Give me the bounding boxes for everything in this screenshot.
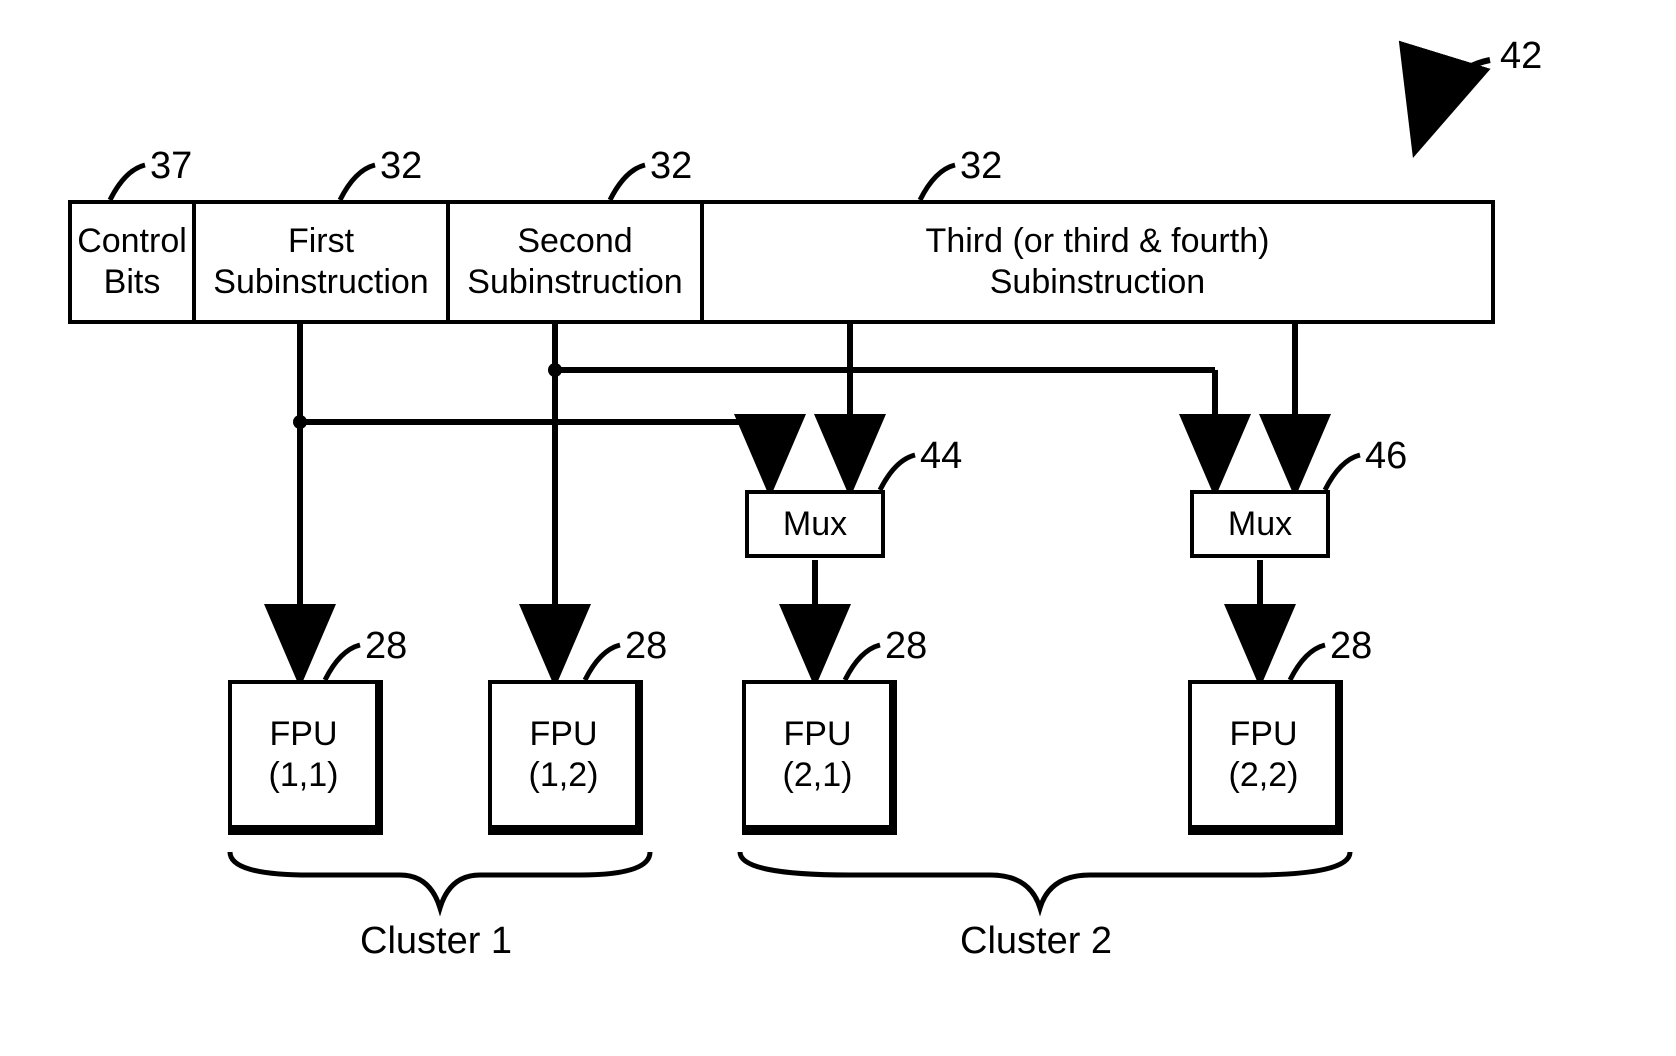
cluster-1-label: Cluster 1	[360, 920, 512, 963]
mux-right-box: Mux	[1190, 490, 1330, 558]
fpu-1-1-box: FPU (1,1)	[228, 680, 383, 835]
mux-left-box: Mux	[745, 490, 885, 558]
mux-right-label: Mux	[1228, 504, 1292, 545]
fpu-2-1-ref: 28	[885, 625, 927, 668]
fpu-2-2-box: FPU (2,2)	[1188, 680, 1343, 835]
fpu-2-1-label: FPU	[784, 714, 852, 755]
second-sub-ref: 32	[650, 145, 692, 188]
mux-left-label: Mux	[783, 504, 847, 545]
control-bits-line2: Bits	[77, 262, 187, 303]
fpu-2-1-coord: (2,1)	[783, 755, 853, 796]
second-subinstruction-box: Second Subinstruction	[446, 200, 704, 324]
fpu-1-1-coord: (1,1)	[269, 755, 339, 796]
fpu-2-2-coord: (2,2)	[1229, 755, 1299, 796]
control-bits-line1: Control	[77, 221, 187, 262]
third-sub-line2: Subinstruction	[926, 262, 1270, 303]
diagram-ref-label: 42	[1500, 35, 1542, 78]
first-subinstruction-box: First Subinstruction	[192, 200, 450, 324]
fpu-1-1-ref: 28	[365, 625, 407, 668]
cluster-2-label: Cluster 2	[960, 920, 1112, 963]
third-subinstruction-box: Third (or third & fourth) Subinstruction	[700, 200, 1495, 324]
control-bits-ref: 37	[150, 145, 192, 188]
fpu-2-1-box: FPU (2,1)	[742, 680, 897, 835]
fpu-2-2-label: FPU	[1230, 714, 1298, 755]
first-sub-ref: 32	[380, 145, 422, 188]
first-sub-line2: Subinstruction	[213, 262, 428, 303]
mux-right-ref: 46	[1365, 435, 1407, 478]
second-sub-line1: Second	[467, 221, 682, 262]
fpu-1-2-label: FPU	[530, 714, 598, 755]
fpu-1-1-label: FPU	[270, 714, 338, 755]
mux-left-ref: 44	[920, 435, 962, 478]
second-sub-line2: Subinstruction	[467, 262, 682, 303]
fpu-1-2-ref: 28	[625, 625, 667, 668]
third-sub-line1: Third (or third & fourth)	[926, 221, 1270, 262]
fpu-2-2-ref: 28	[1330, 625, 1372, 668]
control-bits-box: Control Bits	[68, 200, 196, 324]
third-sub-ref: 32	[960, 145, 1002, 188]
first-sub-line1: First	[213, 221, 428, 262]
fpu-1-2-coord: (1,2)	[529, 755, 599, 796]
diagram-container: 42 Control Bits 37 First Subinstruction …	[50, 40, 1610, 1020]
fpu-1-2-box: FPU (1,2)	[488, 680, 643, 835]
